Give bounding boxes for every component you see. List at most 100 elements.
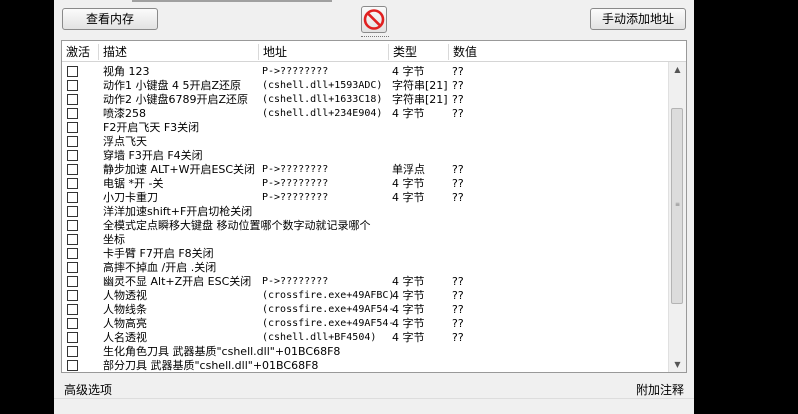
- table-row[interactable]: 人物高亮 (crossfire.exe+49AF54- 4 字节??: [62, 317, 670, 331]
- table-row[interactable]: 浮点飞天: [62, 135, 670, 149]
- table-row[interactable]: 幽灵不显 Alt+Z开启 ESC关闭 P->???????? 4 字节??: [62, 275, 670, 289]
- active-checkbox[interactable]: [67, 94, 78, 105]
- table-row[interactable]: 视角 123 P->???????? 4 字节??: [62, 65, 670, 79]
- row-description: 部分刀具 武器基质"cshell.dll"+01BC68F8: [103, 359, 319, 372]
- row-type: 4 字节: [392, 331, 425, 344]
- table-row[interactable]: 高摔不掉血 /开启 .关闭: [62, 261, 670, 275]
- row-description: 高摔不掉血 /开启 .关闭: [103, 261, 217, 274]
- row-type: 4 字节: [392, 65, 425, 78]
- header-value[interactable]: 数值: [448, 44, 477, 60]
- row-description: 视角 123: [103, 65, 150, 78]
- table-row[interactable]: 部分刀具 武器基质"cshell.dll"+01BC68F8: [62, 359, 670, 372]
- active-checkbox[interactable]: [67, 332, 78, 343]
- active-checkbox[interactable]: [67, 192, 78, 203]
- row-description: 动作2 小键盘6789开启Z还原: [103, 93, 249, 106]
- table-extras-link[interactable]: 附加注释: [636, 381, 684, 398]
- row-type: 4 字节: [392, 107, 425, 120]
- table-row[interactable]: 穿墙 F3开启 F4关闭: [62, 149, 670, 163]
- scroll-thumb[interactable]: ≡: [671, 108, 683, 304]
- table-row[interactable]: 喷漆258 (cshell.dll+234E904) 4 字节??: [62, 107, 670, 121]
- row-description: 人名透视: [103, 331, 147, 344]
- table-row[interactable]: 人名透视 (cshell.dll+BF4504) 4 字节??: [62, 331, 670, 345]
- row-type: 字符串[21]: [392, 93, 448, 106]
- row-type: 4 字节: [392, 317, 425, 330]
- scroll-down-arrow-icon[interactable]: ▼: [669, 357, 686, 372]
- row-value: ??: [452, 79, 464, 92]
- grip-icon: ≡: [675, 201, 681, 208]
- table-row[interactable]: 动作2 小键盘6789开启Z还原 (cshell.dll+1633C18) 字符串[…: [62, 93, 670, 107]
- row-description: 幽灵不显 Alt+Z开启 ESC关闭: [103, 275, 252, 288]
- advanced-options-link[interactable]: 高级选项: [64, 381, 112, 398]
- row-address: P->????????: [262, 192, 329, 203]
- active-checkbox[interactable]: [67, 122, 78, 133]
- table-row[interactable]: 动作1 小键盘 4 5开启Z还原 (cshell.dll+1593ADC) 字符串[…: [62, 79, 670, 93]
- row-value: ??: [452, 107, 464, 120]
- table-row[interactable]: 人物线条 (crossfire.exe+49AF54- 4 字节??: [62, 303, 670, 317]
- row-value: ??: [452, 65, 464, 78]
- table-row[interactable]: 电锯 *开 -关 P->???????? 4 字节??: [62, 177, 670, 191]
- table-row[interactable]: 小刀卡重刀 P->???????? 4 字节??: [62, 191, 670, 205]
- active-checkbox[interactable]: [67, 262, 78, 273]
- row-value: ??: [452, 317, 464, 330]
- active-checkbox[interactable]: [67, 360, 78, 371]
- cheat-engine-window: 查看内存 手动添加地址 激活 描述 地址 类型 数值 视角 123 P->????…: [54, 0, 694, 414]
- table-header: 激活 描述 地址 类型 数值: [62, 41, 686, 62]
- row-value: ??: [452, 191, 464, 204]
- active-checkbox[interactable]: [67, 304, 78, 315]
- clear-list-button[interactable]: [361, 6, 387, 33]
- row-description: 电锯 *开 -关: [103, 177, 164, 190]
- add-address-button[interactable]: 手动添加地址: [590, 8, 686, 30]
- row-description: 浮点飞天: [103, 135, 147, 148]
- active-checkbox[interactable]: [67, 206, 78, 217]
- table-row[interactable]: 人物透视 (crossfire.exe+49AFBC) 4 字节??: [62, 289, 670, 303]
- active-checkbox[interactable]: [67, 80, 78, 91]
- active-checkbox[interactable]: [67, 318, 78, 329]
- row-description: 生化角色刀具 武器基质"cshell.dll"+01BC68F8: [103, 345, 341, 358]
- view-memory-button[interactable]: 查看内存: [62, 8, 158, 30]
- active-checkbox[interactable]: [67, 248, 78, 259]
- row-value: ??: [452, 303, 464, 316]
- table-row[interactable]: 洋洋加速shift+F开启切枪关闭: [62, 205, 670, 219]
- row-value: ??: [452, 275, 464, 288]
- row-address: (cshell.dll+1633C18): [262, 94, 383, 105]
- active-checkbox[interactable]: [67, 164, 78, 175]
- active-checkbox[interactable]: [67, 234, 78, 245]
- row-description: 人物高亮: [103, 317, 147, 330]
- vertical-scrollbar[interactable]: ▲ ≡ ▼: [668, 62, 686, 372]
- row-address: (crossfire.exe+49AF54-: [262, 304, 395, 315]
- row-type: 4 字节: [392, 275, 425, 288]
- row-address: (crossfire.exe+49AFBC): [262, 290, 395, 301]
- row-description: 喷漆258: [103, 107, 146, 120]
- active-checkbox[interactable]: [67, 66, 78, 77]
- row-description: 动作1 小键盘 4 5开启Z还原: [103, 79, 242, 92]
- active-checkbox[interactable]: [67, 346, 78, 357]
- active-checkbox[interactable]: [67, 136, 78, 147]
- row-description: F2开启飞天 F3关闭: [103, 121, 200, 134]
- header-description[interactable]: 描述: [98, 44, 127, 60]
- table-row[interactable]: 静步加速 ALT+W开启ESC关闭 P->???????? 单浮点??: [62, 163, 670, 177]
- table-row[interactable]: 全模式定点瞬移大键盘 移动位置哪个数字动就记录哪个: [62, 219, 670, 233]
- row-address: P->????????: [262, 66, 329, 77]
- active-checkbox[interactable]: [67, 108, 78, 119]
- header-address[interactable]: 地址: [258, 44, 287, 60]
- header-active[interactable]: 激活: [62, 44, 90, 60]
- active-checkbox[interactable]: [67, 220, 78, 231]
- row-type: 字符串[21]: [392, 79, 448, 92]
- row-description: 静步加速 ALT+W开启ESC关闭: [103, 163, 256, 176]
- header-type[interactable]: 类型: [388, 44, 417, 60]
- table-row[interactable]: 生化角色刀具 武器基质"cshell.dll"+01BC68F8: [62, 345, 670, 359]
- table-row[interactable]: F2开启飞天 F3关闭: [62, 121, 670, 135]
- top-divider: [132, 0, 332, 2]
- row-type: 4 字节: [392, 303, 425, 316]
- row-type: 4 字节: [392, 177, 425, 190]
- active-checkbox[interactable]: [67, 178, 78, 189]
- row-type: 4 字节: [392, 289, 425, 302]
- table-row[interactable]: 坐标: [62, 233, 670, 247]
- active-checkbox[interactable]: [67, 276, 78, 287]
- active-checkbox[interactable]: [67, 150, 78, 161]
- row-address: P->????????: [262, 178, 329, 189]
- row-description: 卡手臂 F7开启 F8关闭: [103, 247, 214, 260]
- active-checkbox[interactable]: [67, 290, 78, 301]
- table-row[interactable]: 卡手臂 F7开启 F8关闭: [62, 247, 670, 261]
- scroll-up-arrow-icon[interactable]: ▲: [669, 62, 686, 77]
